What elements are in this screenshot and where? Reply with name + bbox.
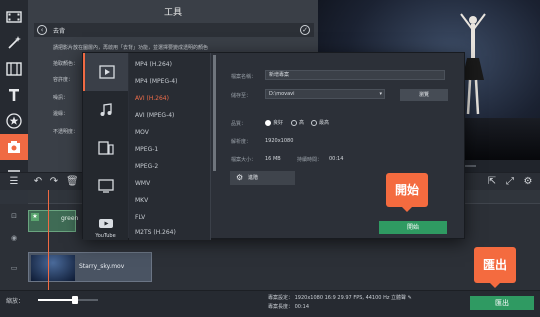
format-item[interactable]: AVI (MPEG-4) <box>135 112 174 119</box>
edges-label: 邊緣： <box>53 111 69 117</box>
zoom-label: 縮放： <box>6 298 25 305</box>
format-list-scrollbar[interactable] <box>213 55 216 171</box>
tool-instructions: 請把影片放在圖層內，再啟用「去背」功能，並選擇要變成透明的顏色 <box>53 45 209 51</box>
project-settings-value: 1920x1080 16:9 29.97 FPS, 44100 Hz 立體聲 <box>294 295 407 301</box>
save-to-label: 儲存至： <box>231 93 252 99</box>
filters-wand-icon[interactable] <box>0 30 28 56</box>
radio-icon <box>311 119 317 126</box>
format-item[interactable]: MP4 (MPEG-4) <box>135 78 177 85</box>
bottom-bar: 縮放： 專案設定： 1920x1080 16:9 29.97 FPS, 4410… <box>0 290 540 317</box>
file-size-label: 檔案大小： <box>231 157 257 163</box>
edit-pencil-icon[interactable]: ✎ <box>408 295 412 301</box>
zoom-slider-fill <box>38 299 76 301</box>
menu-icon[interactable]: ☰ <box>8 176 20 188</box>
zoom-slider[interactable] <box>38 296 98 304</box>
more-tools-icon[interactable] <box>0 134 28 160</box>
tools-panel-title: 工具 <box>163 8 182 18</box>
video-clip[interactable]: Starry_sky.mov <box>28 252 152 282</box>
format-item[interactable]: MPEG-1 <box>135 146 158 153</box>
tv-category-icon[interactable] <box>83 167 128 205</box>
undo-icon[interactable]: ↶ <box>32 176 44 188</box>
duration-label: 持續時間： <box>297 157 323 163</box>
video-category-icon[interactable] <box>83 53 128 91</box>
file-size-value: 16 MB <box>265 156 281 162</box>
favorite-star-icon: ★ <box>31 213 39 221</box>
start-button[interactable]: 開始 <box>379 221 447 234</box>
quality-label: 品質： <box>231 121 247 127</box>
advanced-button[interactable]: ⚙ 進階 <box>230 171 295 185</box>
opacity-label: 不透明度： <box>53 129 79 135</box>
back-arrow-icon[interactable]: ‹ <box>37 25 47 35</box>
video-clip-thumbnail <box>31 255 75 281</box>
overlay-track-eye-icon[interactable]: ◉ <box>0 234 28 242</box>
project-info: 專案設定： 1920x1080 16:9 29.97 FPS, 44100 Hz… <box>268 294 412 312</box>
dropdown-arrow-icon[interactable]: ▾ <box>379 90 382 98</box>
duration-value: 00:14 <box>329 156 344 162</box>
gear-icon: ⚙ <box>236 173 244 182</box>
titles-text-icon[interactable] <box>0 82 28 108</box>
overlay-clip-label: green <box>61 215 79 222</box>
project-length-value: 00:14 <box>294 304 310 310</box>
settings-gear-icon[interactable]: ⚙ <box>522 176 534 188</box>
format-item[interactable]: MOV <box>135 129 149 136</box>
tool-name: 去背 <box>53 27 66 35</box>
resolution-value: 1920x1080 <box>265 138 294 144</box>
video-clip-label: Starry_sky.mov <box>79 263 125 270</box>
overlay-track-lock-icon[interactable]: ⊡ <box>0 212 28 220</box>
redo-icon[interactable]: ↷ <box>48 176 60 188</box>
playhead[interactable] <box>48 190 49 290</box>
overlay-clip[interactable]: ★ green <box>28 210 79 232</box>
export-button[interactable]: 匯出 <box>470 296 534 310</box>
zoom-slider-knob[interactable] <box>72 296 79 304</box>
format-item[interactable]: MPEG-2 <box>135 163 158 170</box>
format-item[interactable]: MKV <box>135 197 148 204</box>
radio-selected-icon <box>265 119 271 126</box>
device-category-icon[interactable] <box>83 129 128 167</box>
export-callout: 匯出 <box>474 247 516 288</box>
youtube-category-label: YouTube <box>95 233 116 239</box>
export-settings: 檔案名稱： 新增專案 儲存至： D:\movavi ▾ 瀏覽 品質： 良好 高 … <box>225 53 465 240</box>
advanced-label: 進階 <box>248 175 259 181</box>
tool-header: ‹ 去背 ✓ <box>34 23 314 37</box>
quality-option-label: 最高 <box>319 120 330 126</box>
radio-icon <box>291 119 297 126</box>
format-item-selected[interactable]: AVI (H.264) <box>135 95 169 102</box>
quality-option-good[interactable]: 良好 <box>265 119 283 126</box>
save-to-field[interactable]: D:\movavi ▾ <box>265 89 385 99</box>
pick-color-label: 拾取顏色： <box>53 61 79 67</box>
video-track-icon[interactable]: ▭ <box>0 264 28 272</box>
audio-category-icon[interactable] <box>83 91 128 129</box>
media-import-icon[interactable] <box>0 4 28 30</box>
transitions-icon[interactable] <box>0 56 28 82</box>
quality-option-label: 高 <box>299 120 305 126</box>
start-callout: 開始 <box>386 173 428 212</box>
file-name-label: 檔案名稱： <box>231 74 257 80</box>
video-editor-app: 工具 ‹ 去背 ✓ 請把影片放在圖層內，再啟用「去背」功能，並選擇要變成透明的顏… <box>0 0 540 317</box>
save-to-value: D:\movavi <box>269 91 295 97</box>
export-frame-icon[interactable]: ⇱ <box>486 176 498 188</box>
quality-option-high[interactable]: 高 <box>291 119 304 126</box>
format-list: MP4 (H.264) MP4 (MPEG-4) AVI (H.264) AVI… <box>129 53 211 240</box>
browse-button[interactable]: 瀏覽 <box>400 89 448 101</box>
quality-option-label: 良好 <box>273 120 284 126</box>
noise-label: 噪訊： <box>53 95 69 101</box>
format-item[interactable]: MP4 (H.264) <box>135 61 172 68</box>
delete-icon[interactable]: 🗑 <box>66 176 79 188</box>
file-name-input[interactable]: 新增專案 <box>265 70 445 80</box>
category-column: YouTube <box>83 53 128 240</box>
youtube-category-icon[interactable]: YouTube <box>83 205 128 243</box>
left-toolbar <box>0 0 28 190</box>
fullscreen-icon[interactable]: ⤢ <box>504 176 516 188</box>
format-item[interactable]: M2TS (H.264) <box>135 229 176 236</box>
format-item[interactable]: FLV <box>135 214 145 221</box>
stickers-star-icon[interactable] <box>0 108 28 134</box>
quality-option-highest[interactable]: 最高 <box>311 119 329 126</box>
resolution-label: 解析度： <box>231 139 252 145</box>
project-settings-label: 專案設定： <box>268 295 294 301</box>
tolerance-label: 容許度： <box>53 77 74 83</box>
format-item[interactable]: WMV <box>135 180 150 187</box>
project-length-label: 專案長度： <box>268 304 294 310</box>
check-icon[interactable]: ✓ <box>300 25 310 35</box>
